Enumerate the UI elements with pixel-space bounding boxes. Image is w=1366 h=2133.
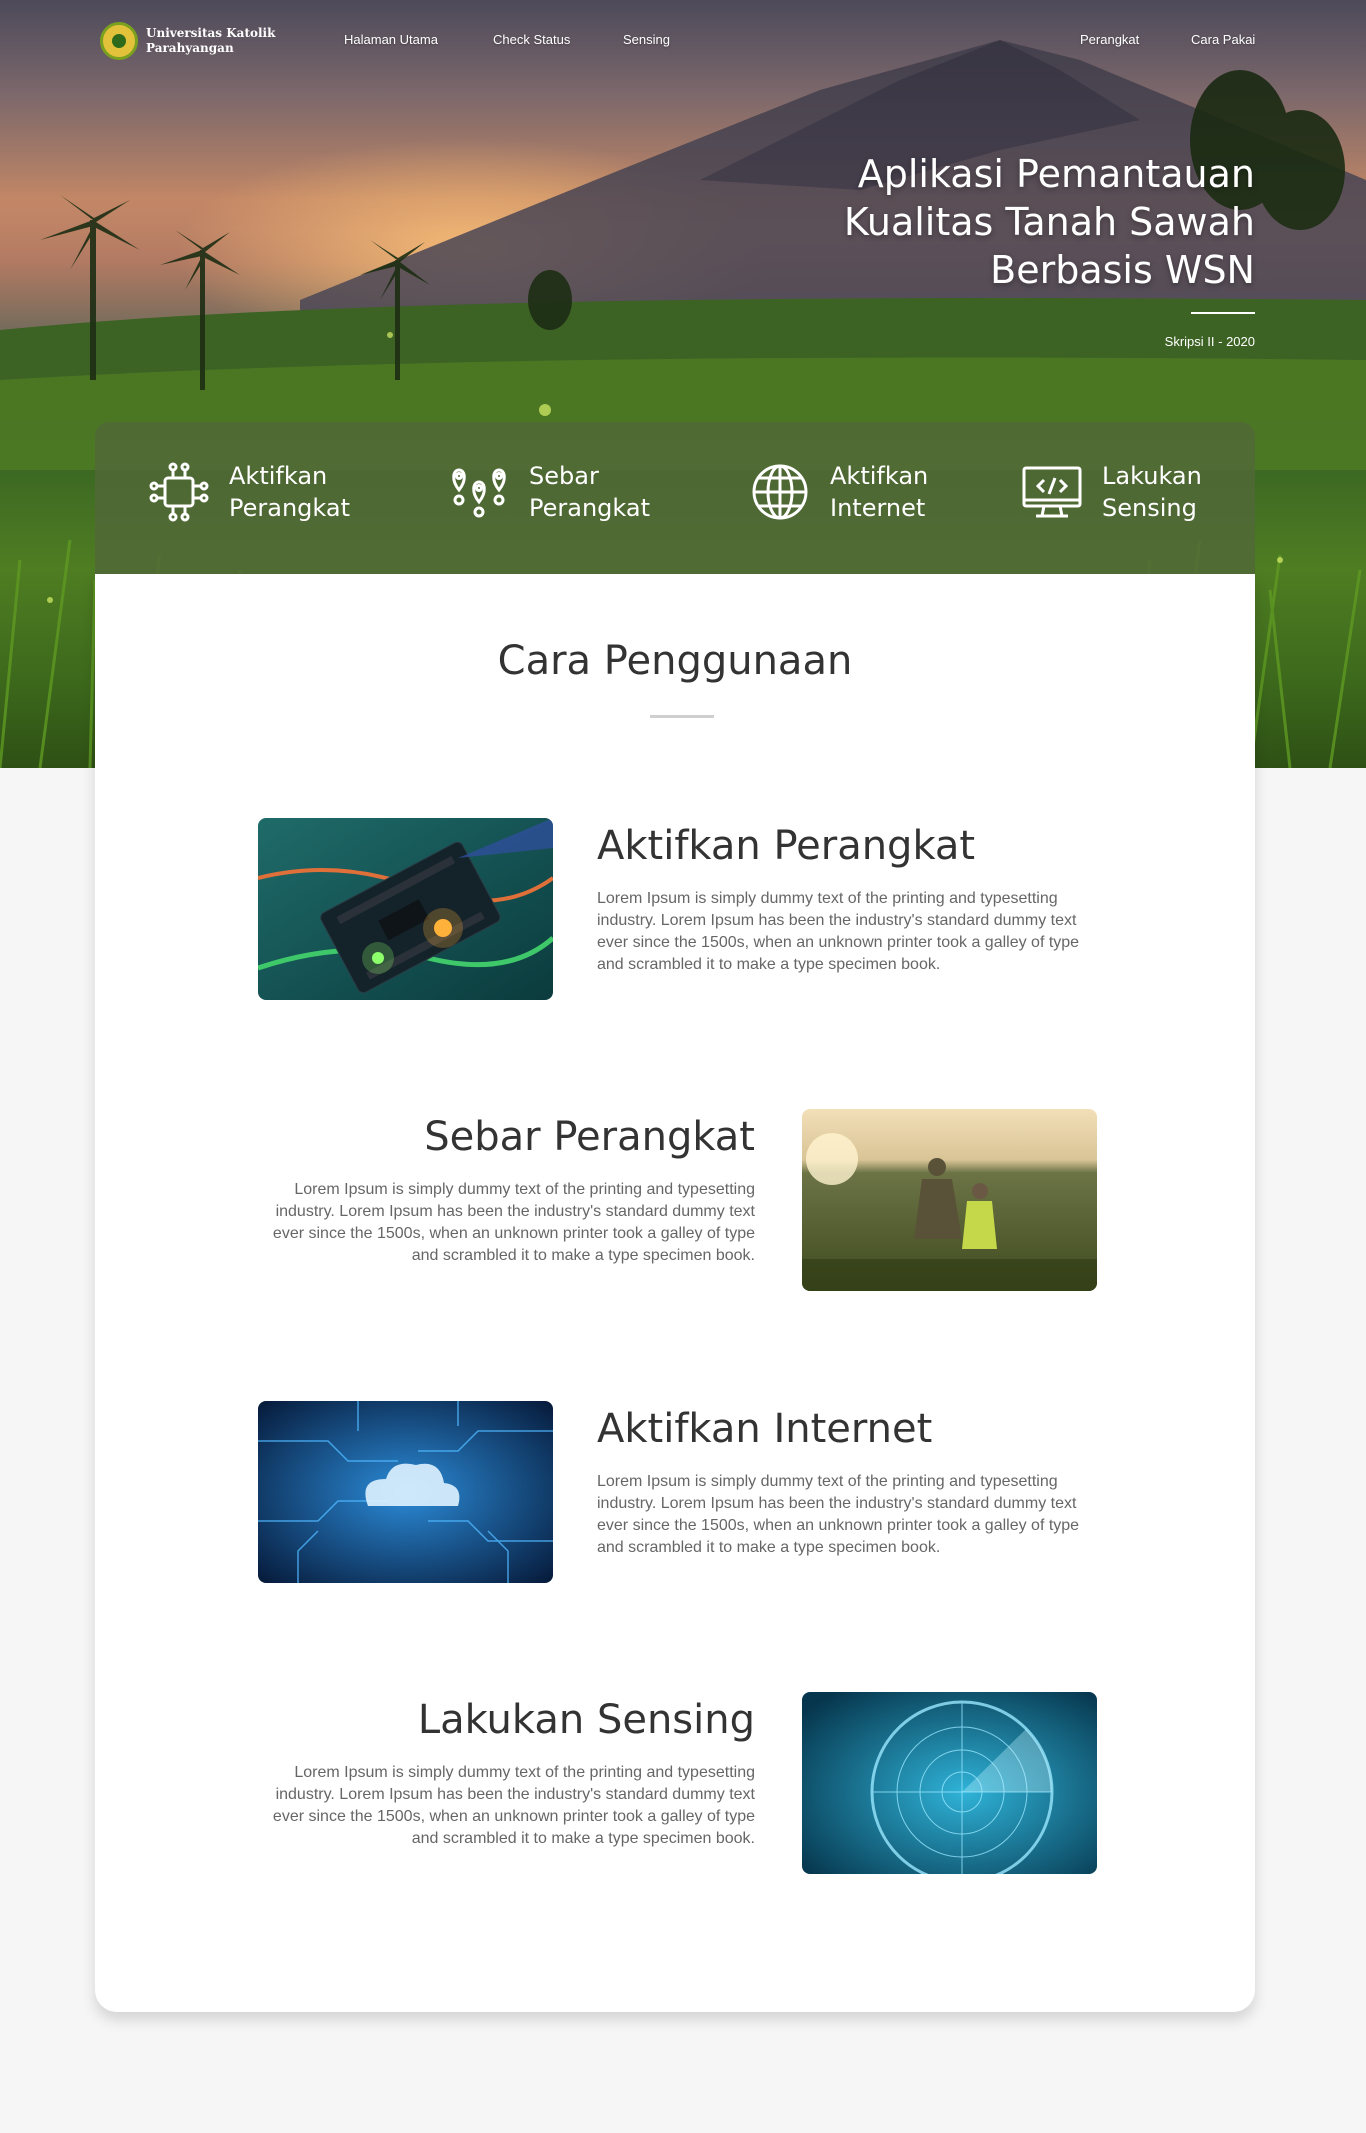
feature-lakukan-sensing[interactable]: Lakukan Sensing [1020,460,1242,524]
feature-label: Aktifkan Internet [830,462,929,522]
brand-name: Universitas Katolik Parahyangan [146,26,276,55]
step-aktifkan-internet: Aktifkan Internet Lorem Ipsum is simply … [258,1401,1192,1583]
feature-aktifkan-perangkat[interactable]: Aktifkan Perangkat [147,460,369,524]
section-title: Cara Penggunaan [497,638,853,684]
step-description: Lorem Ipsum is simply dummy text of the … [597,890,1080,973]
step-title: Aktifkan Internet [597,1406,933,1452]
section-divider [650,715,714,718]
farmers-field-image [802,1109,1097,1291]
nav-link-halaman-utama[interactable]: Halaman Utama [344,32,438,47]
nav-link-check-status[interactable]: Check Status [493,32,570,47]
nav-link-cara-pakai[interactable]: Cara Pakai [1191,32,1255,47]
step-title: Aktifkan Perangkat [597,823,976,869]
step-description: Lorem Ipsum is simply dummy text of the … [272,1764,755,1847]
step-lakukan-sensing: Lakukan Sensing Lorem Ipsum is simply du… [258,1692,1192,1874]
monitor-code-icon [1022,466,1082,518]
chip-icon [149,462,209,522]
feature-label: Sebar Perangkat [529,462,650,522]
feature-label: Aktifkan Perangkat [229,462,350,522]
step-description: Lorem Ipsum is simply dummy text of the … [597,1473,1080,1556]
globe-icon [752,464,808,520]
nav-link-sensing[interactable]: Sensing [623,32,670,47]
step-description: Lorem Ipsum is simply dummy text of the … [272,1181,755,1264]
hero-subtitle: Skripsi II - 2020 [1164,334,1255,349]
feature-sebar-perangkat[interactable]: Sebar Perangkat [447,460,669,524]
feature-bar: Aktifkan Perangkat Sebar Perangkat Aktif… [95,422,1255,574]
feature-aktifkan-internet[interactable]: Aktifkan Internet [748,460,970,524]
step-title: Sebar Perangkat [424,1114,755,1160]
feature-label: Lakukan Sensing [1102,462,1202,522]
radar-image [802,1692,1097,1874]
university-logo-icon [100,22,138,60]
step-title: Lakukan Sensing [417,1697,755,1743]
top-navbar: Universitas Katolik Parahyangan Halaman … [0,22,1366,62]
map-pins-icon [452,468,506,518]
arduino-board-image [258,818,553,1000]
hero-title: Aplikasi Pemantauan Kualitas Tanah Sawah… [843,152,1255,292]
step-aktifkan-perangkat: Aktifkan Perangkat Lorem Ipsum is simply… [258,818,1192,1000]
cloud-circuit-image [258,1401,553,1583]
hero-divider [1191,312,1255,314]
content-card: Cara Penggunaan Aktifkan Perangkat Lorem… [95,574,1255,2012]
step-sebar-perangkat: Sebar Perangkat Lorem Ipsum is simply du… [258,1109,1192,1291]
brand[interactable]: Universitas Katolik Parahyangan [100,22,276,60]
nav-link-perangkat[interactable]: Perangkat [1080,32,1139,47]
